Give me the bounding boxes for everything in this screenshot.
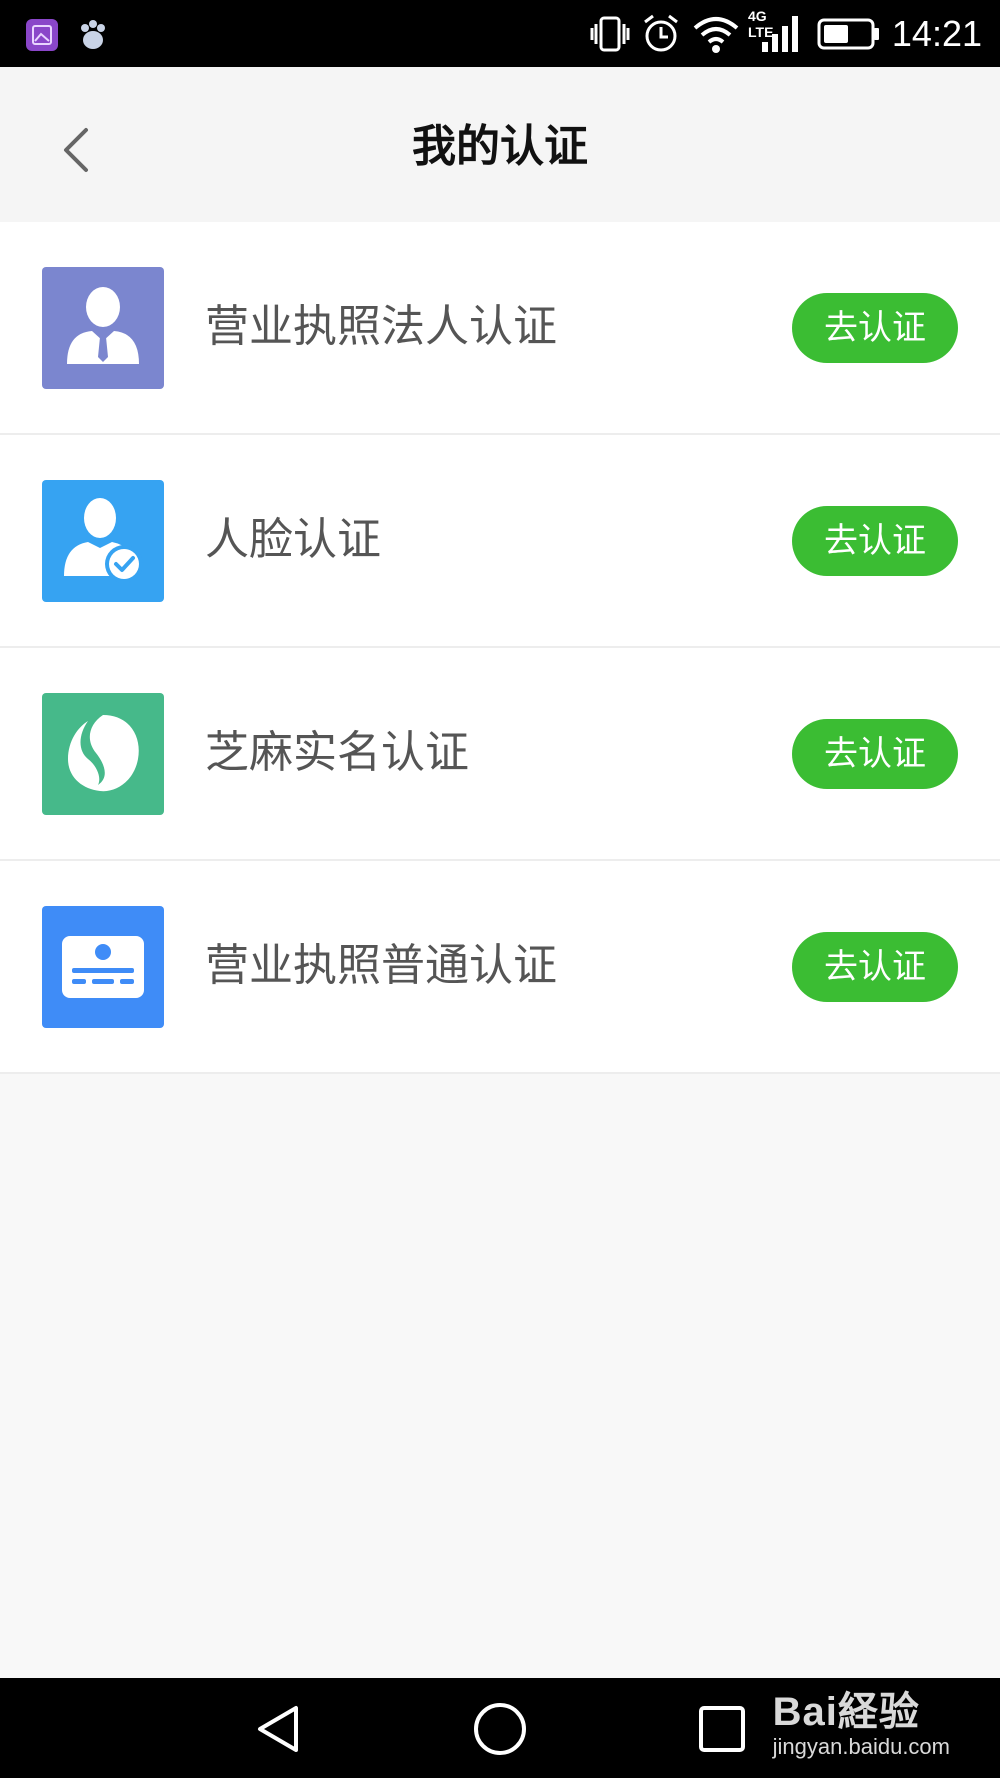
baidu-paw-icon (76, 18, 110, 52)
nav-back-button[interactable] (242, 1698, 312, 1760)
nav-recents-button[interactable] (687, 1698, 757, 1760)
page-title: 我的认证 (412, 121, 588, 172)
legal-person-icon (42, 267, 164, 389)
go-verify-button[interactable]: 去认证 (792, 719, 958, 789)
list-item-face[interactable]: 人脸认证 去认证 (0, 435, 1000, 648)
list-item-general-license[interactable]: 营业执照普通认证 去认证 (0, 861, 1000, 1074)
battery-icon (817, 18, 879, 50)
list-item-legal-person[interactable]: 营业执照法人认证 去认证 (0, 222, 1000, 435)
auth-list: 营业执照法人认证 去认证 人脸认证 去认证 芝麻实名认证 去认证 营业执照普通认… (0, 222, 1000, 1074)
go-verify-button[interactable]: 去认证 (792, 932, 958, 1002)
navigation-bar: Bai経验 jingyan.baidu.com (0, 1678, 1000, 1778)
watermark: Bai経验 jingyan.baidu.com (773, 1690, 950, 1760)
alarm-icon (644, 14, 678, 52)
signal-icon (762, 16, 798, 52)
auth-item-label: 人脸认证 (205, 514, 381, 565)
wifi-icon (693, 17, 739, 53)
face-verify-icon (42, 480, 164, 602)
gallery-app-icon (26, 19, 58, 51)
go-verify-button[interactable]: 去认证 (792, 293, 958, 363)
status-bar: 4G LTE 14:21 (0, 0, 1000, 67)
recents-square-icon (699, 1706, 745, 1752)
id-card-icon (42, 906, 164, 1028)
nav-home-button[interactable] (465, 1698, 535, 1760)
home-circle-icon (474, 1703, 526, 1755)
app-header: 我的认证 (0, 67, 1000, 222)
back-triangle-icon (258, 1706, 298, 1752)
auth-item-label: 营业执照普通认证 (205, 940, 557, 991)
auth-item-label: 营业执照法人认证 (205, 301, 557, 352)
watermark-logo: Bai経验 (772, 1690, 920, 1734)
vibrate-icon (590, 16, 630, 52)
sesame-icon (42, 693, 164, 815)
auth-item-label: 芝麻实名认证 (205, 727, 469, 778)
go-verify-button[interactable]: 去认证 (792, 506, 958, 576)
watermark-url: jingyan.baidu.com (772, 1734, 950, 1759)
list-item-sesame[interactable]: 芝麻实名认证 去认证 (0, 648, 1000, 861)
clock: 14:21 (891, 13, 982, 54)
